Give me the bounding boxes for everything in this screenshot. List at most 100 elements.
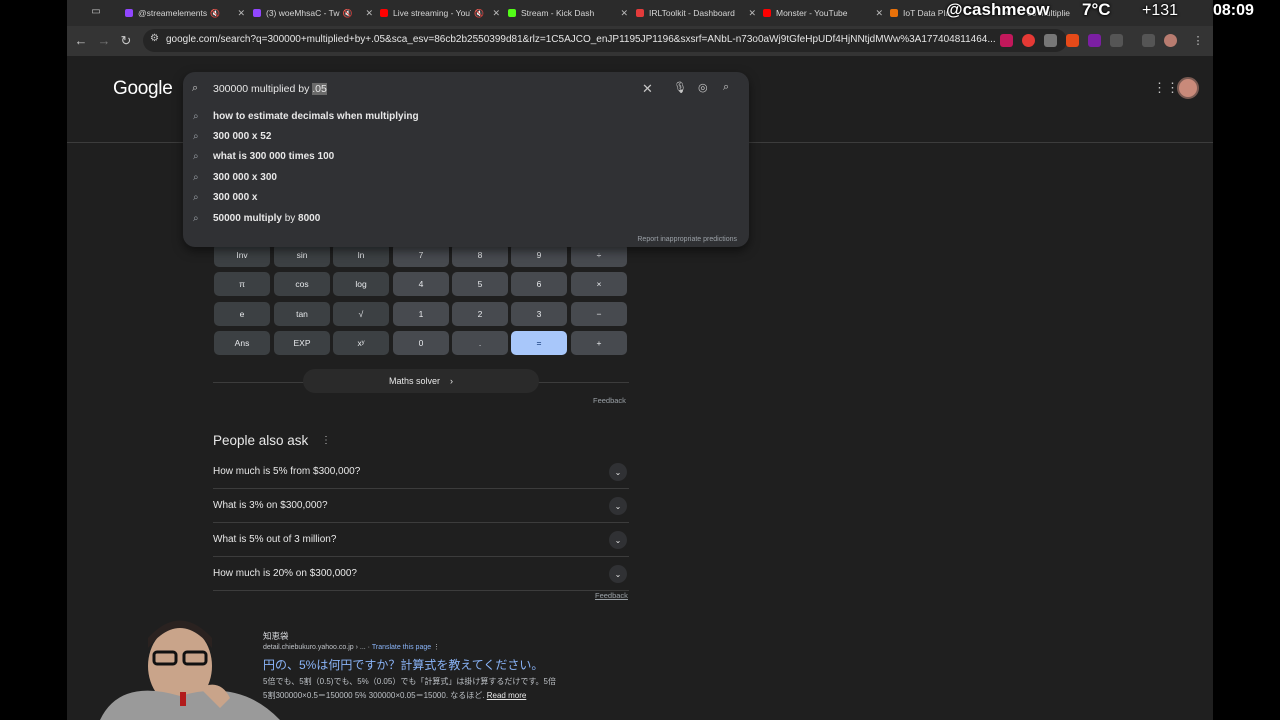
close-tab-icon[interactable]: ✕ (492, 8, 500, 19)
chevron-down-icon[interactable]: ⌄ (609, 463, 627, 481)
close-tab-icon[interactable]: ✕ (620, 8, 628, 19)
calculator-key[interactable]: Ans (214, 331, 270, 355)
mute-icon[interactable]: 🔇 (210, 9, 220, 18)
extension-icon[interactable] (1000, 34, 1013, 47)
more-options-icon[interactable]: ⋮ (321, 435, 331, 446)
tab-title: @streamelements (138, 8, 208, 18)
google-logo[interactable]: Google (113, 78, 173, 100)
chevron-down-icon[interactable]: ⌄ (609, 497, 627, 515)
reload-icon[interactable]: ↻ (117, 32, 135, 50)
search-icon: ⌕ (193, 130, 199, 142)
browser-tab[interactable]: @streamelements 🔇 ✕ (125, 4, 245, 22)
address-bar[interactable]: ⚙ google.com/search?q=300000+multiplied+… (143, 29, 1067, 52)
calculator-key[interactable]: − (571, 302, 627, 326)
temperature-readout: 7°C (1082, 0, 1111, 19)
calculator-key[interactable]: 5 (452, 272, 508, 296)
calculator-key[interactable]: 2 (452, 302, 508, 326)
paa-feedback-link[interactable]: Feedback (595, 591, 628, 600)
paa-question[interactable]: What is 5% out of 3 million? ⌄ (213, 523, 629, 557)
browser-tab[interactable]: IRLToolkit - Dashboard ✕ (636, 4, 756, 22)
extensions-puzzle-icon[interactable] (1110, 34, 1123, 47)
close-tab-icon[interactable]: ✕ (365, 8, 373, 19)
lens-icon[interactable]: ◎ (698, 81, 708, 94)
report-predictions-link[interactable]: Report inappropriate predictions (637, 236, 737, 243)
profile-avatar-icon[interactable] (1164, 34, 1177, 47)
selected-text: .05 (312, 83, 327, 95)
maths-solver-button[interactable]: Maths solver › (303, 369, 539, 393)
search-suggestion[interactable]: ⌕ 50000 multiply by 8000 (193, 208, 320, 228)
paa-question[interactable]: How much is 20% on $300,000? ⌄ (213, 557, 629, 591)
browser-tab[interactable]: Live streaming - YouTu 🔇 ✕ (380, 4, 500, 22)
calculator-key[interactable]: 4 (393, 272, 449, 296)
paa-question-text: How much is 5% from $300,000? (213, 466, 361, 477)
search-icon: ⌕ (193, 192, 199, 204)
extension-icon[interactable] (1022, 34, 1035, 47)
result-title-link[interactable]: 円の、5%は何円ですか？計算式を教えてください。 (263, 656, 543, 673)
calculator-key[interactable]: + (571, 331, 627, 355)
url-text[interactable]: google.com/search?q=300000+multiplied+by… (166, 34, 1036, 45)
calculator-key[interactable]: π (214, 272, 270, 296)
calculator-key[interactable]: 3 (511, 302, 567, 326)
suggestion-text: 300 000 x (213, 192, 258, 204)
search-submit-icon[interactable]: ⌕ (723, 81, 729, 94)
chevron-down-icon[interactable]: ⌄ (609, 531, 627, 549)
tab-search-icon[interactable]: ▭ (87, 3, 105, 21)
tab-title: Monster - YouTube (776, 8, 848, 18)
translate-link[interactable]: Translate this page (372, 644, 431, 651)
back-icon[interactable]: ← (72, 32, 90, 50)
calculator-key[interactable]: e (214, 302, 270, 326)
reading-list-icon[interactable] (1142, 34, 1155, 47)
site-info-icon[interactable]: ⚙ (150, 33, 159, 44)
calculator-key[interactable]: 6 (511, 272, 567, 296)
clear-icon[interactable]: ✕ (642, 81, 653, 97)
calculator-key[interactable]: 0 (393, 331, 449, 355)
search-box[interactable]: ⌕ 300000 multiplied by .05 ✕ 🎙 ◎ ⌕ Repor… (183, 72, 749, 247)
calculator-key[interactable]: = (511, 331, 567, 355)
calculator-key[interactable]: log (333, 272, 389, 296)
result-menu-icon[interactable]: ⋮ (433, 644, 440, 651)
calculator-feedback-link[interactable]: Feedback (593, 396, 626, 405)
search-suggestion[interactable]: ⌕ 300 000 x 300 (193, 167, 277, 187)
calculator-key[interactable]: × (571, 272, 627, 296)
browser-tab[interactable]: Monster - YouTube ✕ (763, 4, 883, 22)
toolbar: ← → ↻ ⚙ google.com/search?q=300000+multi… (67, 26, 1213, 56)
people-also-ask-title: People also ask (213, 433, 309, 448)
microphone-icon[interactable]: 🎙 (673, 81, 687, 94)
browser-tab[interactable]: (3) woeMhsaC - Tw 🔇 ✕ (253, 4, 373, 22)
forward-icon[interactable]: → (95, 32, 113, 50)
avatar[interactable] (1177, 77, 1199, 99)
read-more-link[interactable]: Read more (487, 691, 527, 700)
tab-count: +131 (1142, 2, 1179, 19)
close-tab-icon[interactable]: ✕ (237, 8, 245, 19)
calculator-key[interactable]: √ (333, 302, 389, 326)
browser-tab[interactable]: Stream - Kick Dash ✕ (508, 4, 628, 22)
search-suggestion[interactable]: ⌕ how to estimate decimals when multiplyi… (193, 106, 419, 126)
mute-icon[interactable]: 🔇 (343, 9, 353, 18)
tab-title: (3) woeMhsaC - Tw (266, 8, 340, 18)
paa-question[interactable]: What is 3% on $300,000? ⌄ (213, 489, 629, 523)
calculator-key[interactable]: 1 (393, 302, 449, 326)
calculator-key[interactable]: . (452, 331, 508, 355)
mute-icon[interactable]: 🔇 (474, 9, 484, 18)
paa-question-text: What is 5% out of 3 million? (213, 534, 337, 545)
clock: 08:09 (1213, 2, 1254, 19)
calculator-key[interactable]: xʸ (333, 331, 389, 355)
calculator-key[interactable]: cos (274, 272, 330, 296)
browser-menu-icon[interactable]: ⋮ (1189, 32, 1207, 50)
calculator-key[interactable]: EXP (274, 331, 330, 355)
extension-icon[interactable] (1066, 34, 1079, 47)
tab-favicon-icon (890, 9, 898, 17)
calculator-key[interactable]: tan (274, 302, 330, 326)
extension-icon[interactable] (1044, 34, 1057, 47)
extension-icon[interactable] (1088, 34, 1101, 47)
chevron-down-icon[interactable]: ⌄ (609, 565, 627, 583)
search-suggestion[interactable]: ⌕ 300 000 x (193, 188, 258, 208)
close-tab-icon[interactable]: ✕ (748, 8, 756, 19)
search-input[interactable]: 300000 multiplied by .05 (213, 83, 327, 95)
suggestion-text: 300 000 x 52 (213, 130, 272, 142)
search-suggestion[interactable]: ⌕ 300 000 x 52 (193, 126, 271, 146)
paa-question[interactable]: How much is 5% from $300,000? ⌄ (213, 455, 629, 489)
search-suggestion[interactable]: ⌕ what is 300 000 times 100 (193, 147, 334, 167)
close-tab-icon[interactable]: ✕ (875, 8, 883, 19)
tab-favicon-icon (125, 9, 133, 17)
